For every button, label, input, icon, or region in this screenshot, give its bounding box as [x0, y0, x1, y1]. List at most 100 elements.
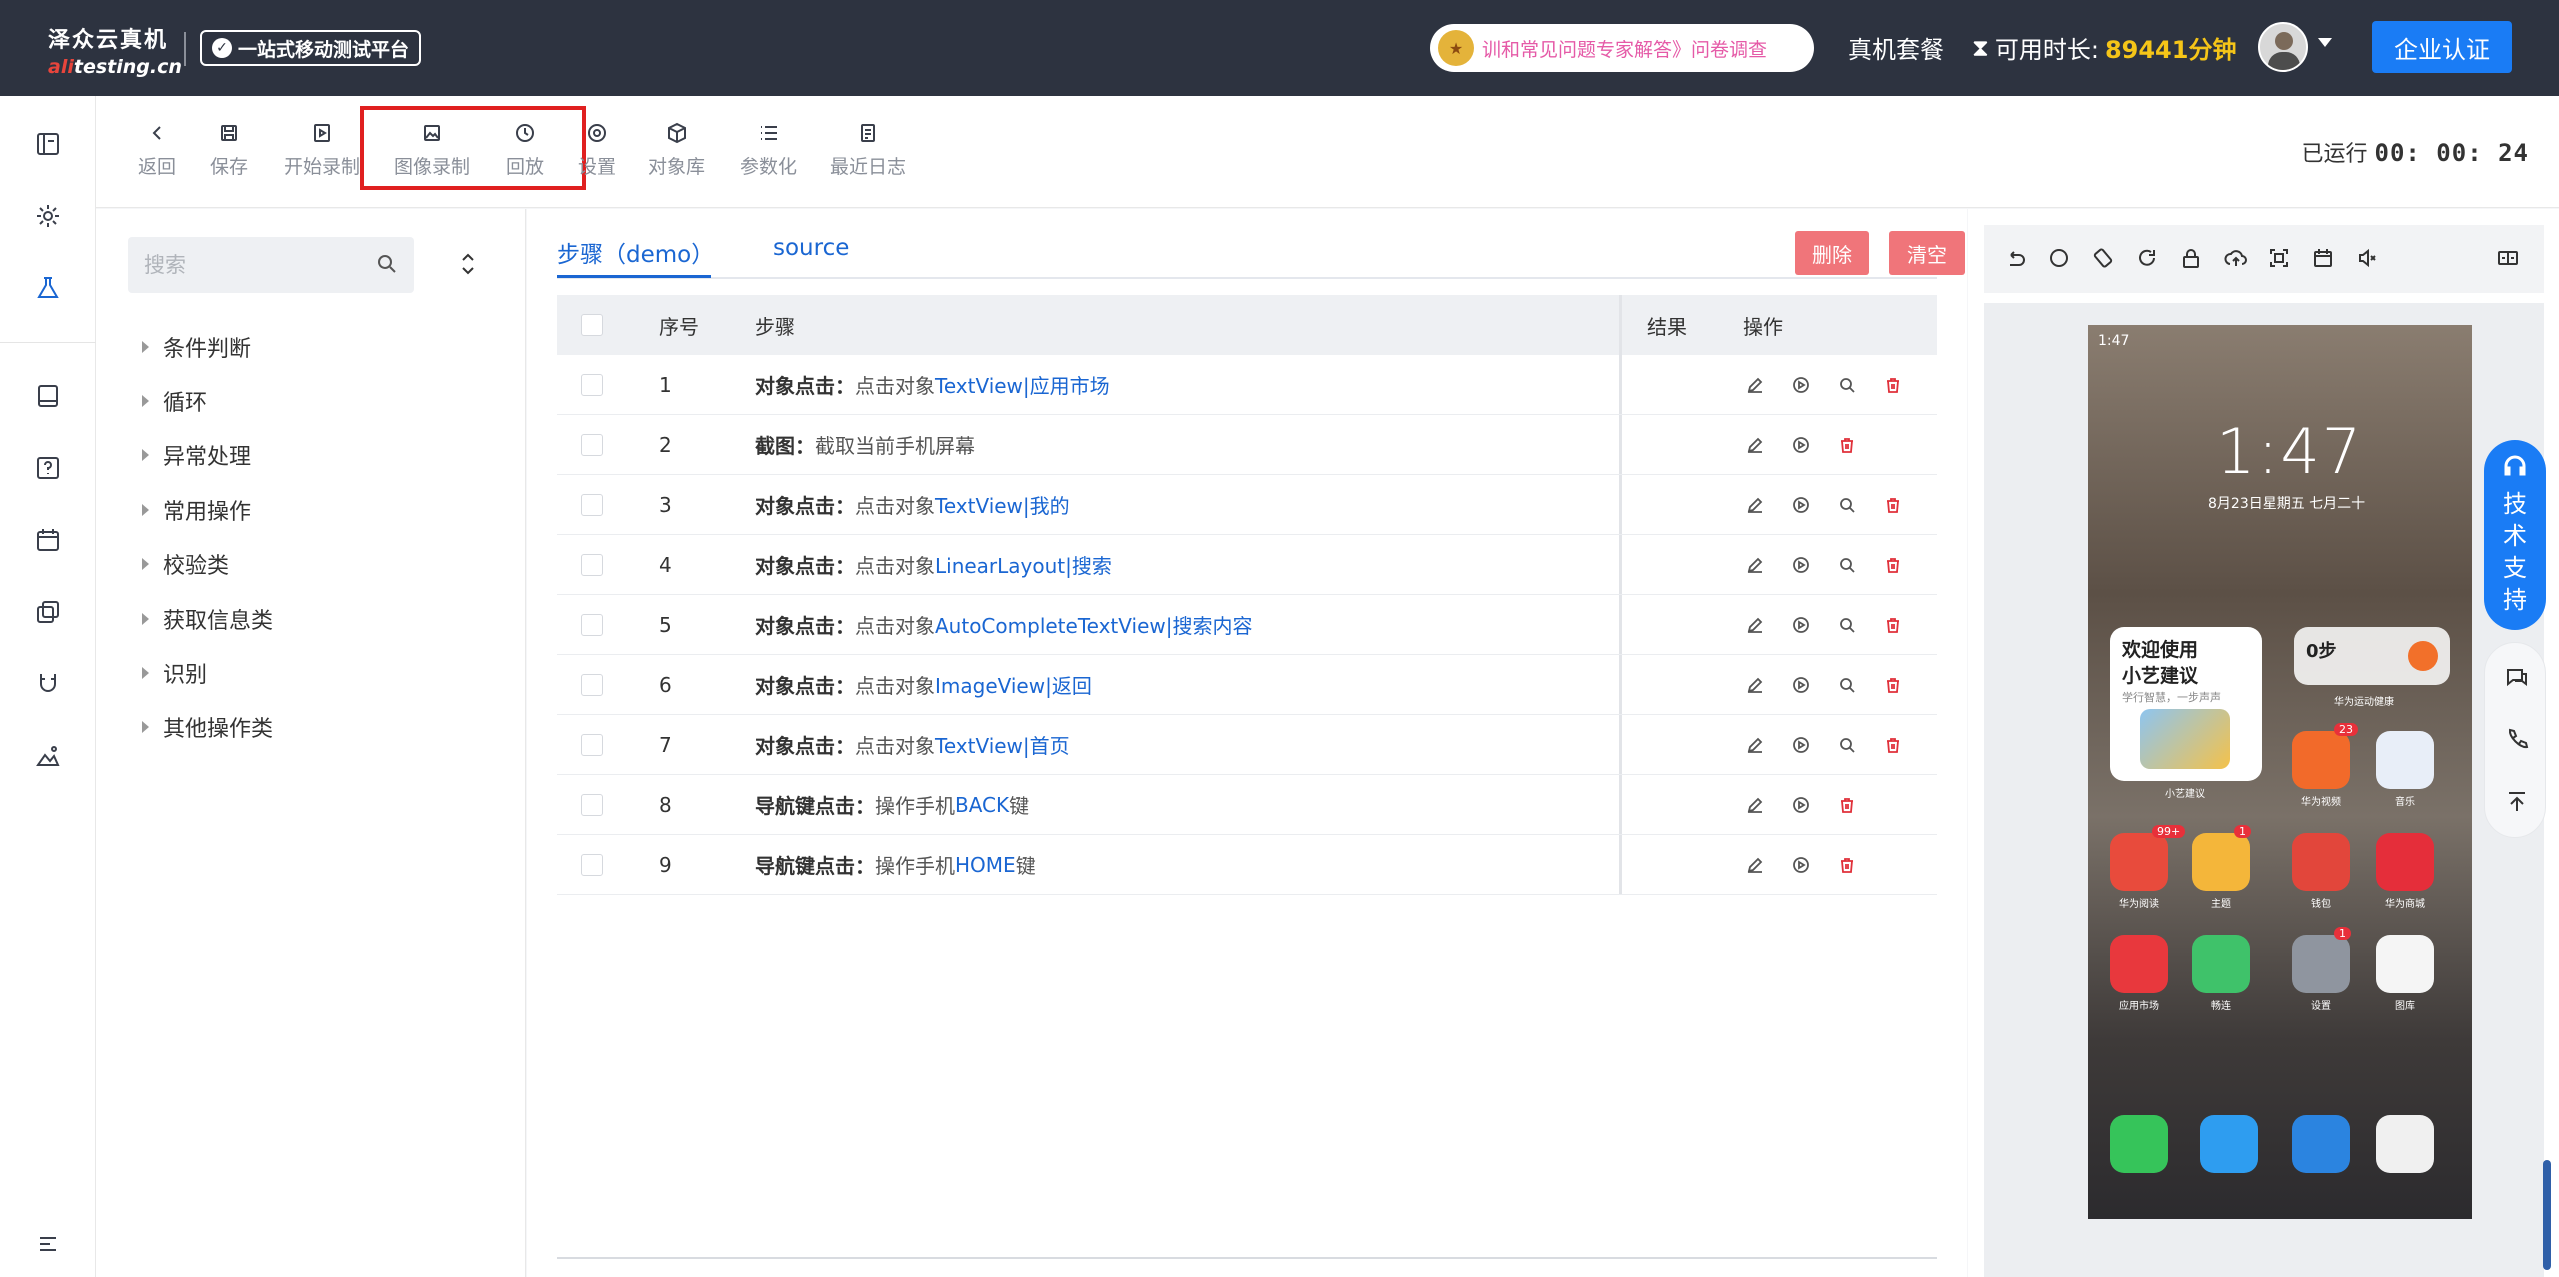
- recent-logs-button[interactable]: 最近日志: [830, 118, 906, 179]
- play-circle-icon[interactable]: [1789, 613, 1813, 637]
- lock-icon[interactable]: [2180, 247, 2202, 273]
- search-icon[interactable]: [1835, 733, 1859, 757]
- search-icon[interactable]: [1835, 613, 1859, 637]
- flask-icon[interactable]: [30, 270, 66, 306]
- table-row[interactable]: 1 对象点击：点击对象 TextView|应用市场: [557, 355, 1937, 415]
- copy-icon[interactable]: [30, 594, 66, 630]
- back-to-top-icon[interactable]: [2504, 789, 2530, 819]
- dock-app-icon[interactable]: [2110, 1115, 2168, 1173]
- chart-icon[interactable]: [30, 738, 66, 774]
- object-link[interactable]: TextView|首页: [935, 730, 1070, 759]
- table-row[interactable]: 3 对象点击：点击对象 TextView|我的: [557, 475, 1937, 535]
- help-icon[interactable]: [30, 450, 66, 486]
- delete-button[interactable]: 删除: [1795, 231, 1869, 275]
- row-checkbox[interactable]: [581, 673, 603, 696]
- play-circle-icon[interactable]: [1789, 673, 1813, 697]
- object-link[interactable]: TextView|我的: [935, 490, 1070, 519]
- edit-icon[interactable]: [1743, 853, 1767, 877]
- menu-collapse-icon[interactable]: [30, 1226, 66, 1262]
- enterprise-auth-button[interactable]: 企业认证: [2372, 21, 2512, 73]
- edit-icon[interactable]: [1743, 553, 1767, 577]
- tree-item[interactable]: 识别: [142, 657, 207, 689]
- app-icon[interactable]: [2376, 935, 2434, 993]
- search-icon[interactable]: [1835, 373, 1859, 397]
- tree-item[interactable]: 条件判断: [142, 331, 251, 363]
- object-library-button[interactable]: 对象库: [648, 118, 705, 179]
- app-icon[interactable]: [2292, 935, 2350, 993]
- tree-item[interactable]: 校验类: [142, 548, 229, 580]
- app-icon[interactable]: [2292, 731, 2350, 789]
- replay-button[interactable]: 回放: [506, 118, 544, 179]
- edit-icon[interactable]: [1743, 493, 1767, 517]
- magnet-icon[interactable]: [30, 666, 66, 702]
- survey-banner[interactable]: ★ 训和常见问题专家解答》问卷调查: [1430, 24, 1814, 72]
- edit-icon[interactable]: [1743, 373, 1767, 397]
- table-row[interactable]: 4 对象点击：点击对象 LinearLayout|搜索: [557, 535, 1937, 595]
- settings-button[interactable]: 设置: [578, 118, 616, 179]
- dock-app-icon[interactable]: [2200, 1115, 2258, 1173]
- edit-icon[interactable]: [1743, 733, 1767, 757]
- row-checkbox[interactable]: [581, 613, 603, 636]
- screenshot-icon[interactable]: [2268, 247, 2290, 273]
- calendar-icon[interactable]: [30, 522, 66, 558]
- object-link[interactable]: LinearLayout|搜索: [935, 550, 1112, 579]
- delete-icon[interactable]: [1835, 793, 1859, 817]
- tree-item[interactable]: 其他操作类: [142, 711, 273, 743]
- delete-icon[interactable]: [1881, 553, 1905, 577]
- edit-icon[interactable]: [1743, 673, 1767, 697]
- chevron-down-icon[interactable]: [2318, 38, 2332, 47]
- phone-call-icon[interactable]: [2504, 727, 2530, 757]
- object-link[interactable]: HOME: [955, 853, 1016, 877]
- play-circle-icon[interactable]: [1789, 373, 1813, 397]
- delete-icon[interactable]: [1835, 853, 1859, 877]
- play-circle-icon[interactable]: [1789, 553, 1813, 577]
- row-checkbox[interactable]: [581, 553, 603, 576]
- home-circle-icon[interactable]: [2048, 247, 2070, 273]
- object-link[interactable]: BACK: [955, 793, 1009, 817]
- app-icon[interactable]: [2292, 833, 2350, 891]
- app-icon[interactable]: [2376, 833, 2434, 891]
- delete-icon[interactable]: [1881, 493, 1905, 517]
- horizontal-scrollbar[interactable]: [557, 1257, 1937, 1259]
- table-row[interactable]: 8 导航键点击：操作手机 BACK 键: [557, 775, 1937, 835]
- edit-icon[interactable]: [1743, 433, 1767, 457]
- delete-icon[interactable]: [1881, 733, 1905, 757]
- search-icon[interactable]: [1835, 673, 1859, 697]
- table-row[interactable]: 6 对象点击：点击对象 ImageView|返回: [557, 655, 1937, 715]
- parameterize-button[interactable]: 参数化: [740, 118, 797, 179]
- calendar-record-icon[interactable]: [2312, 247, 2334, 273]
- search-icon[interactable]: [1835, 493, 1859, 517]
- gear-icon[interactable]: [30, 198, 66, 234]
- mute-icon[interactable]: [2356, 247, 2378, 273]
- app-icon[interactable]: [2110, 833, 2168, 891]
- column-divider[interactable]: [1619, 295, 1622, 355]
- app-icon[interactable]: [2110, 935, 2168, 993]
- undo-icon[interactable]: [2004, 247, 2026, 273]
- split-view-icon[interactable]: [2496, 247, 2520, 273]
- edit-icon[interactable]: [1743, 793, 1767, 817]
- play-circle-icon[interactable]: [1789, 733, 1813, 757]
- search-icon[interactable]: [376, 253, 398, 279]
- play-circle-icon[interactable]: [1789, 493, 1813, 517]
- tree-item[interactable]: 循环: [142, 385, 207, 417]
- tree-item[interactable]: 获取信息类: [142, 603, 273, 635]
- object-link[interactable]: ImageView|返回: [935, 670, 1092, 699]
- play-circle-icon[interactable]: [1789, 793, 1813, 817]
- row-checkbox[interactable]: [581, 793, 603, 816]
- app-icon[interactable]: [2192, 833, 2250, 891]
- save-button[interactable]: 保存: [210, 118, 248, 179]
- tree-item[interactable]: 异常处理: [142, 439, 251, 471]
- clear-button[interactable]: 清空: [1889, 231, 1965, 275]
- plan-link[interactable]: 真机套餐: [1848, 30, 1944, 65]
- phone-screen[interactable]: 1:47 1:47 8月23日星期五 七月二十 欢迎使用 小艺建议 学行智慧，一…: [2088, 325, 2472, 1219]
- dock-app-icon[interactable]: [2292, 1115, 2350, 1173]
- book-icon[interactable]: [30, 378, 66, 414]
- row-checkbox[interactable]: [581, 733, 603, 756]
- image-recording-button[interactable]: 图像录制: [394, 118, 470, 179]
- refresh-icon[interactable]: [2136, 247, 2158, 273]
- search-input[interactable]: [144, 253, 364, 277]
- device-icon[interactable]: [30, 126, 66, 162]
- row-checkbox[interactable]: [581, 853, 603, 876]
- object-link[interactable]: AutoCompleteTextView|搜索内容: [935, 610, 1252, 639]
- row-checkbox[interactable]: [581, 493, 603, 516]
